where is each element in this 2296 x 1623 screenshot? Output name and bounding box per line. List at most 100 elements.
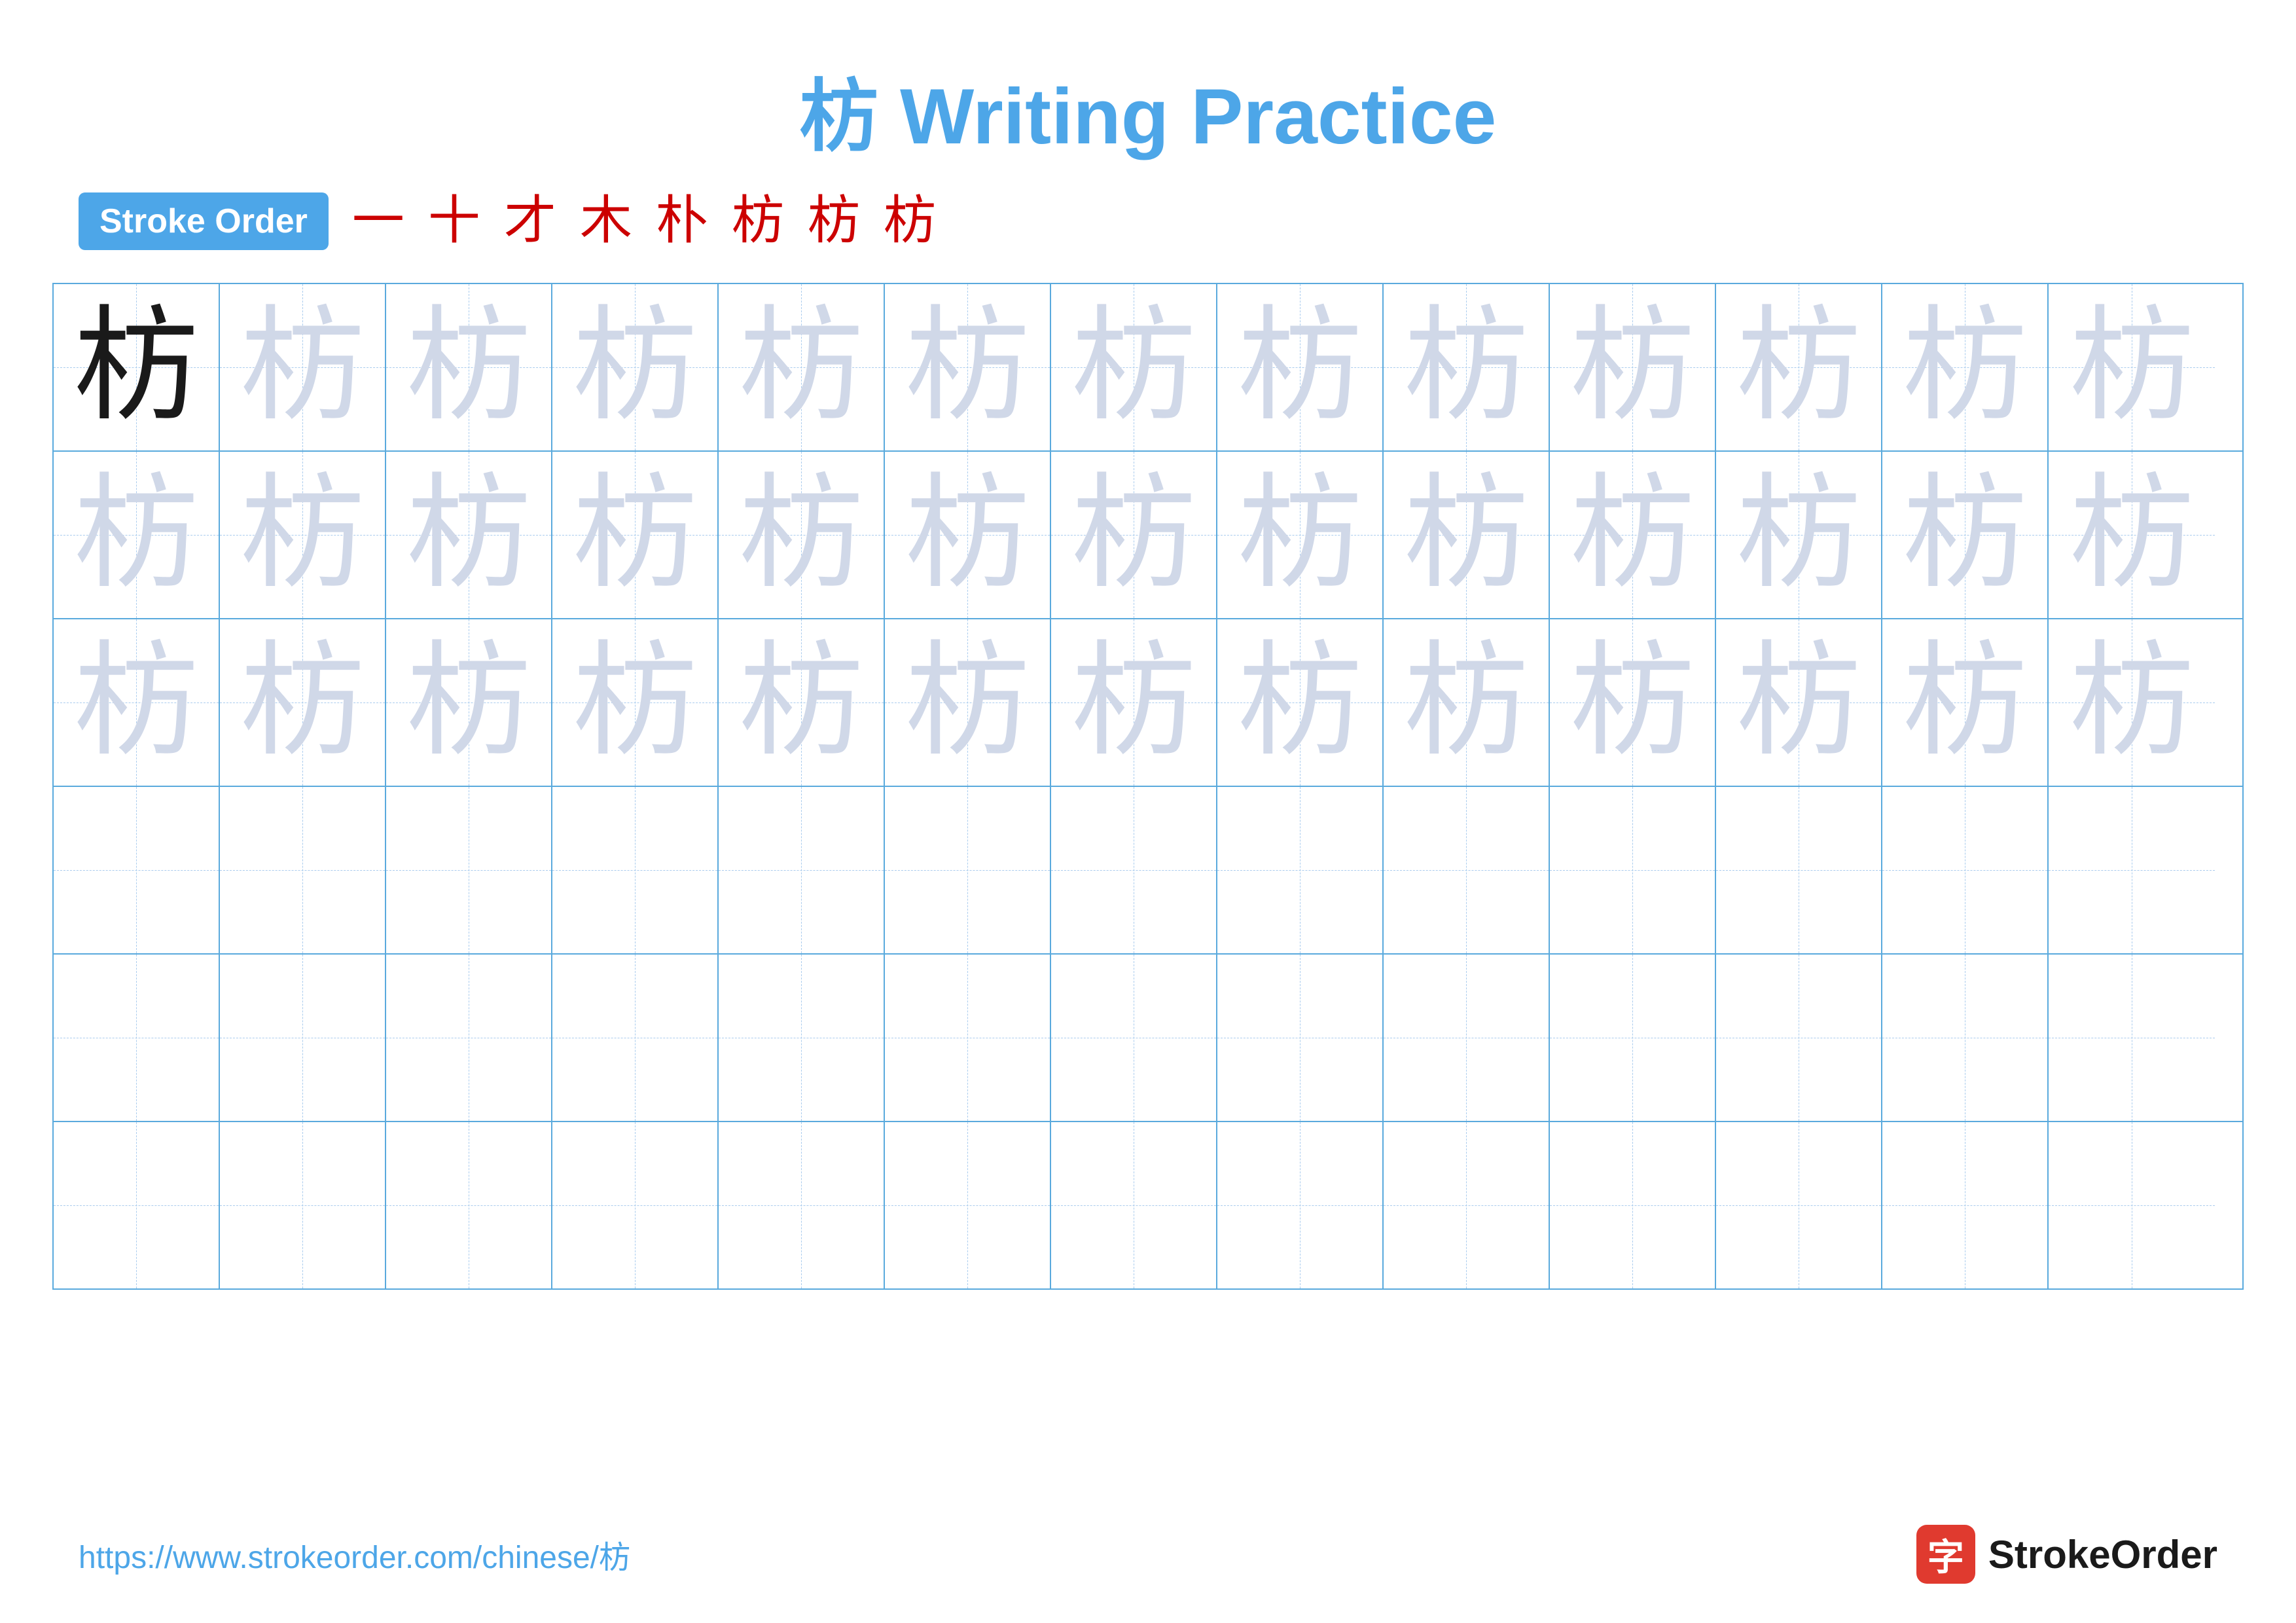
grid-cell-r3-c8: 枋 [1217,619,1384,786]
grid-row-4 [54,787,2242,955]
grid-row-2: 枋 枋 枋 枋 枋 枋 枋 枋 枋 枋 枋 枋 枋 [54,452,2242,619]
grid-cell-r4-c2[interactable] [220,787,386,953]
grid-cell-r4-c7[interactable] [1051,787,1217,953]
grid-cell-r3-c4: 枋 [552,619,719,786]
grid-cell-r2-c3: 枋 [386,452,552,618]
grid-cell-r4-c4[interactable] [552,787,719,953]
grid-cell-r6-c9[interactable] [1384,1122,1550,1288]
grid-cell-r5-c3[interactable] [386,955,552,1121]
grid-cell-r4-c10[interactable] [1550,787,1716,953]
grid-cell-r3-c2: 枋 [220,619,386,786]
grid-cell-r2-c13: 枋 [2049,452,2215,618]
grid-cell-r6-c1[interactable] [54,1122,220,1288]
grid-cell-r6-c13[interactable] [2049,1122,2215,1288]
footer-url[interactable]: https://www.strokeorder.com/chinese/枋 [79,1531,630,1577]
grid-cell-r3-c10: 枋 [1550,619,1716,786]
grid-cell-r5-c4[interactable] [552,955,719,1121]
grid-cell-r1-c4: 枋 [552,284,719,450]
grid-cell-r6-c8[interactable] [1217,1122,1384,1288]
grid-cell-r2-c8: 枋 [1217,452,1384,618]
footer-logo: 字 StrokeOrder [1916,1525,2217,1584]
grid-cell-r5-c1[interactable] [54,955,220,1121]
grid-cell-r2-c12: 枋 [1882,452,2049,618]
grid-cell-r1-c7: 枋 [1051,284,1217,450]
grid-cell-r3-c5: 枋 [719,619,885,786]
grid-cell-r3-c11: 枋 [1716,619,1882,786]
grid-cell-r3-c1: 枋 [54,619,220,786]
grid-cell-r4-c9[interactable] [1384,787,1550,953]
stroke-step-2: 十 [428,195,480,247]
grid-cell-r1-c10: 枋 [1550,284,1716,450]
grid-cell-r1-c6: 枋 [885,284,1051,450]
footer-logo-text: StrokeOrder [1988,1532,2217,1577]
grid-cell-r3-c3: 枋 [386,619,552,786]
grid-cell-r4-c6[interactable] [885,787,1051,953]
grid-cell-r2-c4: 枋 [552,452,719,618]
stroke-step-3: 才 [504,195,556,247]
grid-cell-r1-c11: 枋 [1716,284,1882,450]
grid-row-1: 枋 枋 枋 枋 枋 枋 枋 枋 枋 枋 枋 枋 枋 [54,284,2242,452]
grid-cell-r1-c1: 枋 [54,284,220,450]
grid-cell-r4-c8[interactable] [1217,787,1384,953]
grid-cell-r4-c1[interactable] [54,787,220,953]
grid-cell-r5-c13[interactable] [2049,955,2215,1121]
grid-cell-r2-c2: 枋 [220,452,386,618]
stroke-step-8: 枋 [884,195,936,247]
grid-row-5 [54,955,2242,1122]
grid-cell-r2-c5: 枋 [719,452,885,618]
grid-cell-r3-c12: 枋 [1882,619,2049,786]
grid-cell-r2-c7: 枋 [1051,452,1217,618]
grid-cell-r6-c2[interactable] [220,1122,386,1288]
grid-row-6 [54,1122,2242,1288]
stroke-step-4: 木 [580,195,632,247]
grid-cell-r4-c12[interactable] [1882,787,2049,953]
stroke-step-1: 一 [352,195,404,247]
stroke-step-6: 枋 [732,195,784,247]
grid-cell-r5-c12[interactable] [1882,955,2049,1121]
stroke-step-7: 枋 [808,195,860,247]
grid-cell-r5-c9[interactable] [1384,955,1550,1121]
grid-cell-r6-c4[interactable] [552,1122,719,1288]
grid-cell-r1-c2: 枋 [220,284,386,450]
grid-cell-r3-c6: 枋 [885,619,1051,786]
grid-cell-r5-c7[interactable] [1051,955,1217,1121]
grid-cell-r1-c5: 枋 [719,284,885,450]
grid-cell-r3-c13: 枋 [2049,619,2215,786]
practice-grid: 枋 枋 枋 枋 枋 枋 枋 枋 枋 枋 枋 枋 枋 枋 枋 枋 枋 枋 枋 枋 … [52,283,2244,1290]
grid-cell-r4-c3[interactable] [386,787,552,953]
page-title: 枋 Writing Practice [0,0,2296,166]
grid-cell-r4-c13[interactable] [2049,787,2215,953]
grid-cell-r2-c11: 枋 [1716,452,1882,618]
title-char: 枋 [800,73,878,160]
grid-cell-r2-c9: 枋 [1384,452,1550,618]
grid-cell-r2-c1: 枋 [54,452,220,618]
strokeorder-logo-icon: 字 [1916,1525,1975,1584]
grid-row-3: 枋 枋 枋 枋 枋 枋 枋 枋 枋 枋 枋 枋 枋 [54,619,2242,787]
grid-cell-r6-c12[interactable] [1882,1122,2049,1288]
grid-cell-r3-c9: 枋 [1384,619,1550,786]
grid-cell-r1-c12: 枋 [1882,284,2049,450]
grid-cell-r5-c8[interactable] [1217,955,1384,1121]
grid-cell-r1-c9: 枋 [1384,284,1550,450]
grid-cell-r4-c5[interactable] [719,787,885,953]
grid-cell-r1-c13: 枋 [2049,284,2215,450]
grid-cell-r5-c6[interactable] [885,955,1051,1121]
grid-cell-r5-c5[interactable] [719,955,885,1121]
grid-cell-r5-c10[interactable] [1550,955,1716,1121]
grid-cell-r6-c11[interactable] [1716,1122,1882,1288]
grid-cell-r1-c8: 枋 [1217,284,1384,450]
stroke-order-row: Stroke Order 一 十 才 木 朴 枋 枋 枋 [0,192,2296,250]
title-text: Writing Practice [878,73,1497,160]
grid-cell-r3-c7: 枋 [1051,619,1217,786]
grid-cell-r6-c5[interactable] [719,1122,885,1288]
grid-cell-r5-c11[interactable] [1716,955,1882,1121]
grid-cell-r2-c10: 枋 [1550,452,1716,618]
footer: https://www.strokeorder.com/chinese/枋 字 … [0,1525,2296,1584]
grid-cell-r6-c6[interactable] [885,1122,1051,1288]
grid-cell-r2-c6: 枋 [885,452,1051,618]
grid-cell-r6-c3[interactable] [386,1122,552,1288]
grid-cell-r6-c10[interactable] [1550,1122,1716,1288]
grid-cell-r5-c2[interactable] [220,955,386,1121]
grid-cell-r4-c11[interactable] [1716,787,1882,953]
grid-cell-r6-c7[interactable] [1051,1122,1217,1288]
